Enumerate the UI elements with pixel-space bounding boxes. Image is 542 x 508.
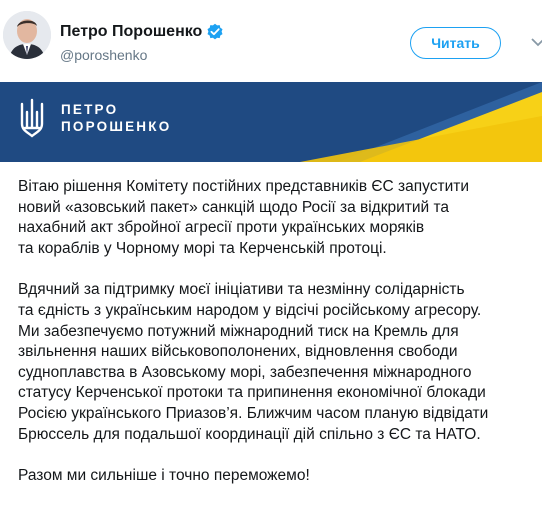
tweet-line: Вдячний за підтримку моєї ініціативи та …: [18, 281, 465, 299]
tweet-line: Росією українського Приазов’я. Ближчим ч…: [18, 404, 489, 422]
verified-badge-icon: [206, 23, 224, 41]
avatar[interactable]: [3, 11, 51, 59]
display-name-row: Петро Порошенко: [60, 22, 224, 42]
tweet-paragraph-2: Вдячний за підтримку моєї ініціативи та …: [18, 280, 538, 445]
tweet-header: Петро Порошенко @poroshenko Читать: [0, 0, 542, 80]
follow-button[interactable]: Читать: [410, 27, 501, 59]
tweet-paragraph-1: Вітаю рішення Комітету постійних предста…: [18, 177, 538, 259]
tweet-line: статусу Керченської протоки та припиненн…: [18, 384, 486, 402]
tweet-line: Ми забезпечуємо потужний міжнародний тис…: [18, 322, 459, 340]
tweet-line: звільнення наших військовополонених, від…: [18, 343, 458, 361]
tweet-line: Брюссель для подальшої координації дій с…: [18, 425, 481, 443]
banner-line-1: ПЕТРО: [61, 102, 119, 117]
user-handle[interactable]: @poroshenko: [60, 46, 147, 64]
tweet-line: Разом ми сильніше і точно переможемо!: [18, 467, 310, 485]
avatar-image: [3, 11, 51, 59]
banner-title: ПЕТРО ПОРОШЕНКО: [61, 101, 171, 135]
tweet-line: та кораблів у Чорному морі та Керченські…: [18, 239, 387, 257]
trident-emblem-icon: [18, 98, 46, 142]
tweet-line: нахабний акт збройної агресії проти укра…: [18, 219, 425, 237]
display-name[interactable]: Петро Порошенко: [60, 22, 202, 42]
banner-line-2: ПОРОШЕНКО: [61, 119, 172, 134]
tweet-paragraph-3: Разом ми сильніше і точно переможемо!: [18, 466, 538, 487]
tweet-line: Вітаю рішення Комітету постійних предста…: [18, 178, 469, 195]
tweet-text: Вітаю рішення Комітету постійних предста…: [18, 177, 538, 508]
tweet-line: судноплавства в Азовському морі, забезпе…: [18, 363, 472, 381]
chevron-down-icon[interactable]: [530, 34, 542, 50]
tweet-line: новий «азовський пакет» санкцій щодо Рос…: [18, 198, 450, 216]
tweet-line: та єдність з українським народом у відсі…: [18, 301, 482, 319]
